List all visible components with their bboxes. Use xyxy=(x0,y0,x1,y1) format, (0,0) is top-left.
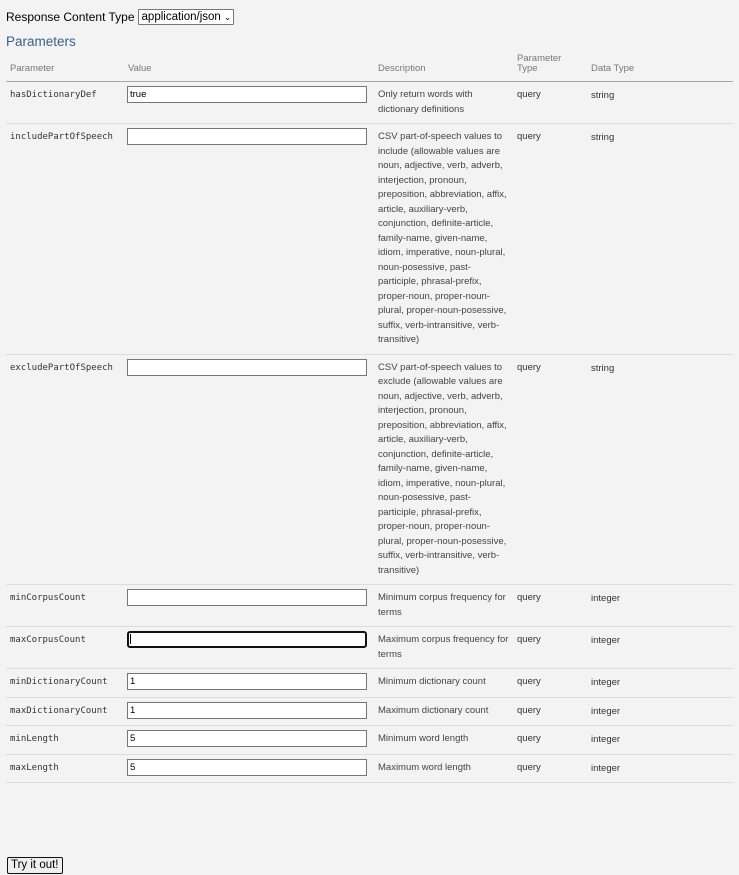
param-value-input[interactable] xyxy=(127,589,367,606)
param-value-input[interactable]: 1 xyxy=(127,701,367,719)
param-value-input[interactable] xyxy=(127,358,367,376)
param-name: maxLength xyxy=(6,754,124,783)
table-row: maxDictionaryCount 1 Maximum dictionary co… xyxy=(6,697,733,726)
param-description: Minimum dictionary count xyxy=(374,668,513,698)
param-name: minDictionaryCount xyxy=(6,668,124,698)
param-name: excludePartOfSpeech xyxy=(6,354,124,585)
param-name: includePartOfSpeech xyxy=(6,123,124,355)
param-name: maxDictionaryCount xyxy=(6,697,124,726)
param-name: maxCorpusCount xyxy=(6,626,124,669)
header-value: Value xyxy=(124,54,374,82)
param-type: query xyxy=(513,697,587,726)
chevron-down-icon: ⌄ xyxy=(223,12,232,22)
param-data-type: string xyxy=(587,123,733,355)
param-value-input[interactable] xyxy=(127,128,367,145)
param-type: query xyxy=(513,754,587,783)
param-value-text: 5 xyxy=(130,761,136,773)
table-row: excludePartOfSpeech CSV part-of-speech va… xyxy=(6,354,733,585)
param-name: hasDictionaryDef xyxy=(6,81,124,124)
param-value-text: 1 xyxy=(130,704,136,716)
param-description: CSV part-of-speech values to exclude (al… xyxy=(374,354,513,585)
param-type: query xyxy=(513,584,587,627)
param-data-type: string xyxy=(587,81,733,124)
param-value-text: 5 xyxy=(130,733,136,744)
param-value-input[interactable]: 5 xyxy=(127,730,367,747)
header-data-type: Data Type xyxy=(587,54,733,82)
param-data-type: integer xyxy=(587,668,733,698)
param-value-input[interactable] xyxy=(127,631,367,648)
param-type: query xyxy=(513,354,587,585)
header-parameter: Parameter xyxy=(6,54,124,82)
param-type: query xyxy=(513,725,587,755)
param-type: query xyxy=(513,668,587,698)
param-value-input[interactable]: 5 xyxy=(127,758,367,776)
param-name: minCorpusCount xyxy=(6,584,124,627)
content-type-selected-value: application/json xyxy=(141,11,221,23)
table-row: maxCorpusCount Maximum corpus frequency f… xyxy=(6,626,733,669)
table-row: minCorpusCount Minimum corpus frequency f… xyxy=(6,584,733,627)
param-type: query xyxy=(513,123,587,355)
param-type: query xyxy=(513,81,587,124)
param-value-input[interactable]: true xyxy=(127,86,367,103)
param-data-type: integer xyxy=(587,754,733,783)
param-data-type: integer xyxy=(587,626,733,669)
param-description: Maximum word length xyxy=(374,754,513,783)
param-value-text: true xyxy=(130,89,147,100)
table-row: minDictionaryCount 1 Minimum dictionary co… xyxy=(6,668,733,698)
param-data-type: string xyxy=(587,354,733,585)
parameters-table: Parameter Value Description Parameter Typ… xyxy=(6,54,733,783)
param-value-input[interactable]: 1 xyxy=(127,673,367,690)
table-row: minLength 5 Minimum word length query intege… xyxy=(6,725,733,755)
param-value-text: 1 xyxy=(130,676,136,687)
table-row: includePartOfSpeech CSV part-of-speech va… xyxy=(6,123,733,355)
param-description: CSV part-of-speech values to include (al… xyxy=(374,123,513,355)
table-row: hasDictionaryDef true Only return words wi… xyxy=(6,81,733,124)
param-data-type: integer xyxy=(587,697,733,726)
param-description: Minimum corpus frequency for terms xyxy=(374,584,513,627)
param-data-type: integer xyxy=(587,725,733,755)
content-type-select[interactable]: application/json ⌄ xyxy=(137,9,235,25)
param-name: minLength xyxy=(6,725,124,755)
table-header-row: Parameter Value Description Parameter Typ… xyxy=(6,54,733,82)
param-data-type: integer xyxy=(587,584,733,627)
table-row: maxLength 5 Maximum word length query intege… xyxy=(6,754,733,783)
param-description: Only return words with dictionary defini… xyxy=(374,81,513,124)
try-it-out-button[interactable]: Try it out! xyxy=(7,857,63,874)
param-type: query xyxy=(513,626,587,669)
param-description: Maximum dictionary count xyxy=(374,697,513,726)
header-description: Description xyxy=(374,54,513,82)
parameters-heading: Parameters xyxy=(6,34,76,49)
param-description: Maximum corpus frequency for terms xyxy=(374,626,513,669)
response-content-type-label: Response Content Type xyxy=(6,10,135,24)
text-caret xyxy=(130,634,131,645)
response-content-type: Response Content Type application/json ⌄ xyxy=(6,9,235,25)
param-description: Minimum word length xyxy=(374,725,513,755)
header-parameter-type: Parameter Type xyxy=(513,54,587,82)
